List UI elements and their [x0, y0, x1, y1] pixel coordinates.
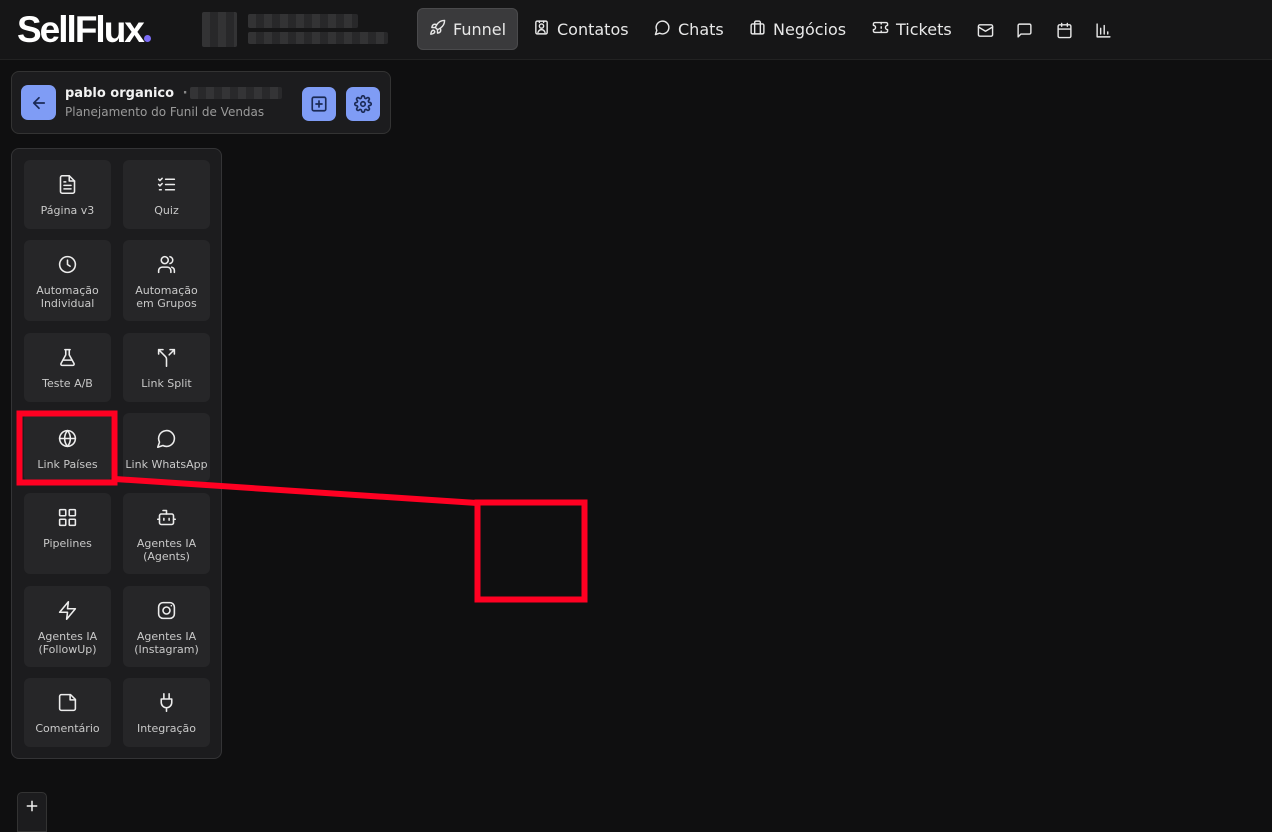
element-palette: Página v3 Quiz Automação Individual Auto… [11, 148, 222, 759]
project-subtitle: Planejamento do Funil de Vendas [65, 105, 265, 119]
palette-item-pagina-v3[interactable]: Página v3 [24, 160, 111, 229]
palette-item-automacao-individual[interactable]: Automação Individual [24, 240, 111, 321]
bot-icon [156, 509, 177, 526]
nav-contatos[interactable]: Contatos [522, 8, 640, 50]
zap-icon [58, 600, 77, 621]
redacted-project-detail [190, 87, 282, 99]
plus-icon [26, 800, 38, 812]
rocket-icon [429, 19, 446, 40]
clock-icon [58, 255, 77, 274]
top-bar: SellFlux Funnel Contatos Chats Negócios … [0, 0, 1272, 60]
contact-icon [533, 19, 550, 40]
file-text-icon [59, 174, 76, 195]
chat-icon [654, 19, 671, 40]
nav-tickets-label: Tickets [896, 19, 952, 39]
briefcase-icon [749, 19, 766, 40]
palette-item-agentes-ia-agents[interactable]: Agentes IA (Agents) [123, 493, 210, 574]
nav-negocios-label: Negócios [773, 19, 847, 39]
palette-item-quiz[interactable]: Quiz [123, 160, 210, 229]
drop-target-box [474, 499, 588, 603]
sellflux-logo[interactable]: SellFlux [17, 10, 151, 50]
project-name: pablo organico · [65, 86, 188, 101]
bar-chart-icon[interactable] [1093, 20, 1113, 40]
palette-item-link-whatsapp[interactable]: Link WhatsApp [123, 413, 210, 482]
nav-tickets[interactable]: Tickets [861, 8, 963, 50]
nav-funnel[interactable]: Funnel [417, 8, 519, 50]
sticky-note-icon [58, 693, 77, 712]
palette-item-link-split[interactable]: Link Split [123, 333, 210, 402]
split-icon [157, 348, 176, 368]
whatsapp-icon [156, 429, 176, 449]
back-button[interactable] [21, 85, 56, 120]
redacted-workspace-detail [248, 32, 388, 44]
nav-chats[interactable]: Chats [643, 8, 735, 50]
globe-icon [58, 429, 77, 448]
add-element-button[interactable] [302, 87, 336, 121]
palette-item-automacao-grupos[interactable]: Automação em Grupos [123, 240, 210, 321]
palette-item-integracao[interactable]: Integração [123, 678, 210, 747]
users-icon [157, 255, 176, 274]
checklist-icon [157, 177, 176, 191]
redacted-workspace-avatar [202, 12, 237, 47]
palette-item-link-paises[interactable]: Link Países [24, 413, 111, 482]
message-square-icon[interactable] [1014, 20, 1034, 40]
palette-item-comentario[interactable]: Comentário [24, 678, 111, 747]
nav-negocios[interactable]: Negócios [738, 8, 857, 50]
settings-button[interactable] [346, 87, 380, 121]
zoom-in-button[interactable] [17, 792, 47, 832]
plus-square-icon [311, 96, 327, 112]
instagram-icon [157, 601, 176, 620]
arrow-left-icon [32, 96, 45, 109]
palette-item-agentes-ia-instagram[interactable]: Agentes IA (Instagram) [123, 586, 210, 667]
nav-chats-label: Chats [678, 19, 724, 39]
grid-icon [58, 508, 77, 527]
gear-icon [354, 95, 372, 113]
flask-icon [60, 348, 75, 367]
palette-item-teste-ab[interactable]: Teste A/B [24, 333, 111, 402]
nav-funnel-label: Funnel [453, 19, 507, 39]
nav-contatos-label: Contatos [557, 19, 629, 39]
palette-item-agentes-ia-followup[interactable]: Agentes IA (FollowUp) [24, 586, 111, 667]
mail-icon[interactable] [975, 20, 995, 40]
ticket-icon [872, 19, 889, 40]
project-header-card: pablo organico · Planejamento do Funil d… [11, 71, 391, 134]
calendar-icon[interactable] [1054, 20, 1074, 40]
redacted-workspace-name [248, 14, 358, 28]
plug-icon [160, 692, 173, 713]
palette-item-pipelines[interactable]: Pipelines [24, 493, 111, 574]
